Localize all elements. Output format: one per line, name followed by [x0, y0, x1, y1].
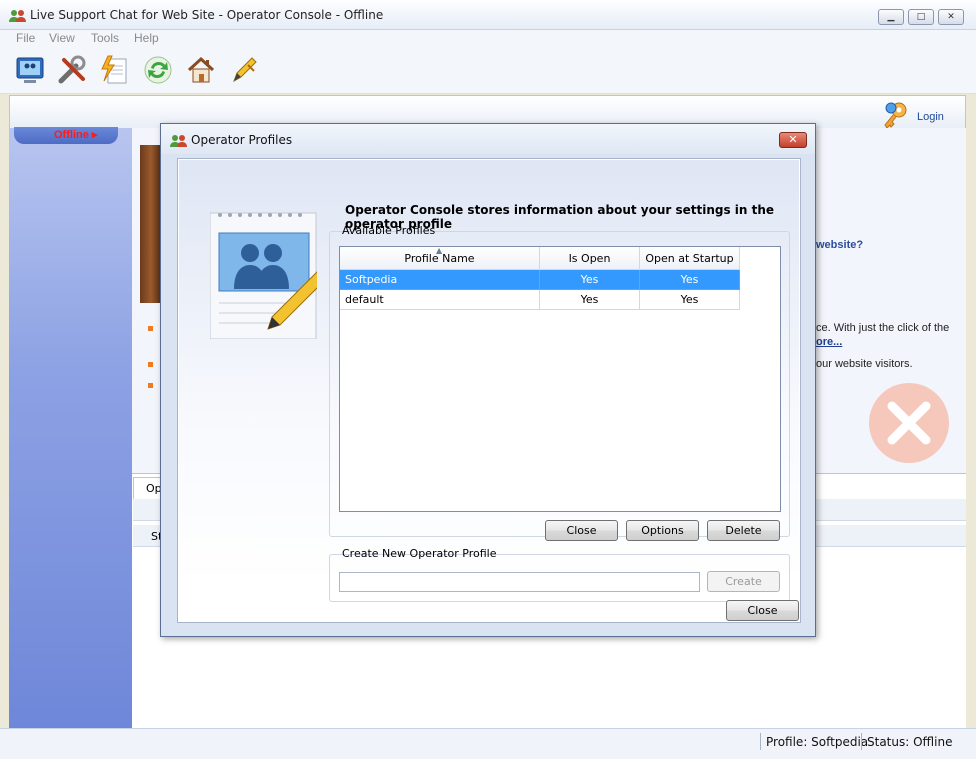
dialog-title: Operator Profiles [191, 133, 293, 147]
minimize-button[interactable]: ▁ [878, 9, 904, 25]
column-header-profile-name[interactable]: Profile Name ▲ [340, 246, 540, 270]
bg-text-website: website? [816, 239, 864, 251]
menu-view[interactable]: View [49, 31, 75, 45]
dialog-content-panel: Operator Console stores information abou… [177, 158, 801, 623]
bullet-marker [148, 326, 153, 331]
title-bar: Live Support Chat for Web Site - Operato… [0, 0, 976, 30]
status-connection: Status: Offline [867, 735, 953, 749]
bg-link-more[interactable]: ore... [816, 336, 842, 348]
app-users-icon [9, 9, 27, 26]
monitor-icon[interactable] [14, 54, 48, 88]
status-bar: Profile: Softpedia Status: Offline [0, 728, 976, 759]
menu-help[interactable]: Help [134, 31, 159, 45]
cell-open-at-startup: Yes [640, 270, 740, 290]
sidebar-status-tab[interactable]: Offline ▸ [14, 127, 118, 144]
cell-open-at-startup: Yes [640, 290, 740, 310]
tools-icon[interactable] [56, 54, 90, 88]
dialog-close-bottom-button[interactable]: Close [726, 600, 799, 621]
error-x-icon [866, 380, 952, 466]
new-profile-name-input[interactable] [339, 572, 700, 592]
status-divider [861, 733, 862, 750]
table-row[interactable]: default Yes Yes [340, 290, 740, 310]
toolbar [0, 48, 976, 94]
menu-bar: File View Tools Help [0, 30, 976, 48]
status-divider [760, 733, 761, 750]
status-profile: Profile: Softpedia [766, 735, 869, 749]
close-icon: ✕ [788, 133, 798, 146]
dialog-title-bar: Operator Profiles ✕ [161, 124, 815, 154]
menu-file[interactable]: File [16, 31, 35, 45]
home-icon[interactable] [185, 54, 219, 88]
offline-status-label: Offline ▸ [54, 129, 98, 141]
cell-profile-name: default [340, 290, 540, 310]
window-title: Live Support Chat for Web Site - Operato… [30, 8, 384, 22]
sidebar [9, 128, 132, 728]
operator-photo [140, 145, 162, 303]
lower-tab[interactable]: Op [133, 477, 163, 499]
close-button[interactable]: ✕ [938, 9, 964, 25]
close-profile-button[interactable]: Close [545, 520, 618, 541]
create-button[interactable]: Create [707, 571, 780, 592]
bg-text-visitors: our website visitors. [816, 358, 913, 370]
refresh-icon[interactable] [142, 54, 176, 88]
table-row[interactable]: Softpedia Yes Yes [340, 270, 740, 290]
profile-notepad-icon [209, 211, 329, 340]
minimize-icon: ▁ [887, 12, 895, 22]
options-button[interactable]: Options [626, 520, 699, 541]
delete-button[interactable]: Delete [707, 520, 780, 541]
cell-is-open: Yes [540, 290, 640, 310]
menu-tools[interactable]: Tools [91, 31, 119, 45]
create-profile-label: Create New Operator Profile [342, 547, 497, 560]
sort-ascending-icon: ▲ [436, 246, 443, 255]
profiles-table[interactable]: Profile Name ▲ Is Open Open at Startup S… [339, 246, 781, 512]
bullet-marker [148, 362, 153, 367]
document-lightning-icon[interactable] [99, 54, 133, 88]
cell-profile-name: Softpedia [340, 270, 540, 290]
operator-profiles-dialog: Operator Profiles ✕ Operator Console sto… [160, 123, 816, 637]
dialog-users-icon [170, 134, 188, 151]
bullet-marker [148, 383, 153, 388]
maximize-icon: □ [916, 12, 926, 22]
cell-is-open: Yes [540, 270, 640, 290]
maximize-button[interactable]: □ [908, 9, 934, 25]
available-profiles-label: Available Profiles [342, 224, 436, 237]
pen-icon[interactable] [228, 54, 262, 88]
login-button[interactable]: Login [881, 100, 951, 130]
column-header-open-at-startup[interactable]: Open at Startup [640, 247, 740, 270]
bg-text-click: ce. With just the click of the [816, 322, 950, 334]
dialog-close-button[interactable]: ✕ [779, 132, 807, 148]
column-header-is-open[interactable]: Is Open [540, 247, 640, 270]
login-label: Login [917, 111, 944, 123]
close-icon: ✕ [947, 12, 955, 22]
